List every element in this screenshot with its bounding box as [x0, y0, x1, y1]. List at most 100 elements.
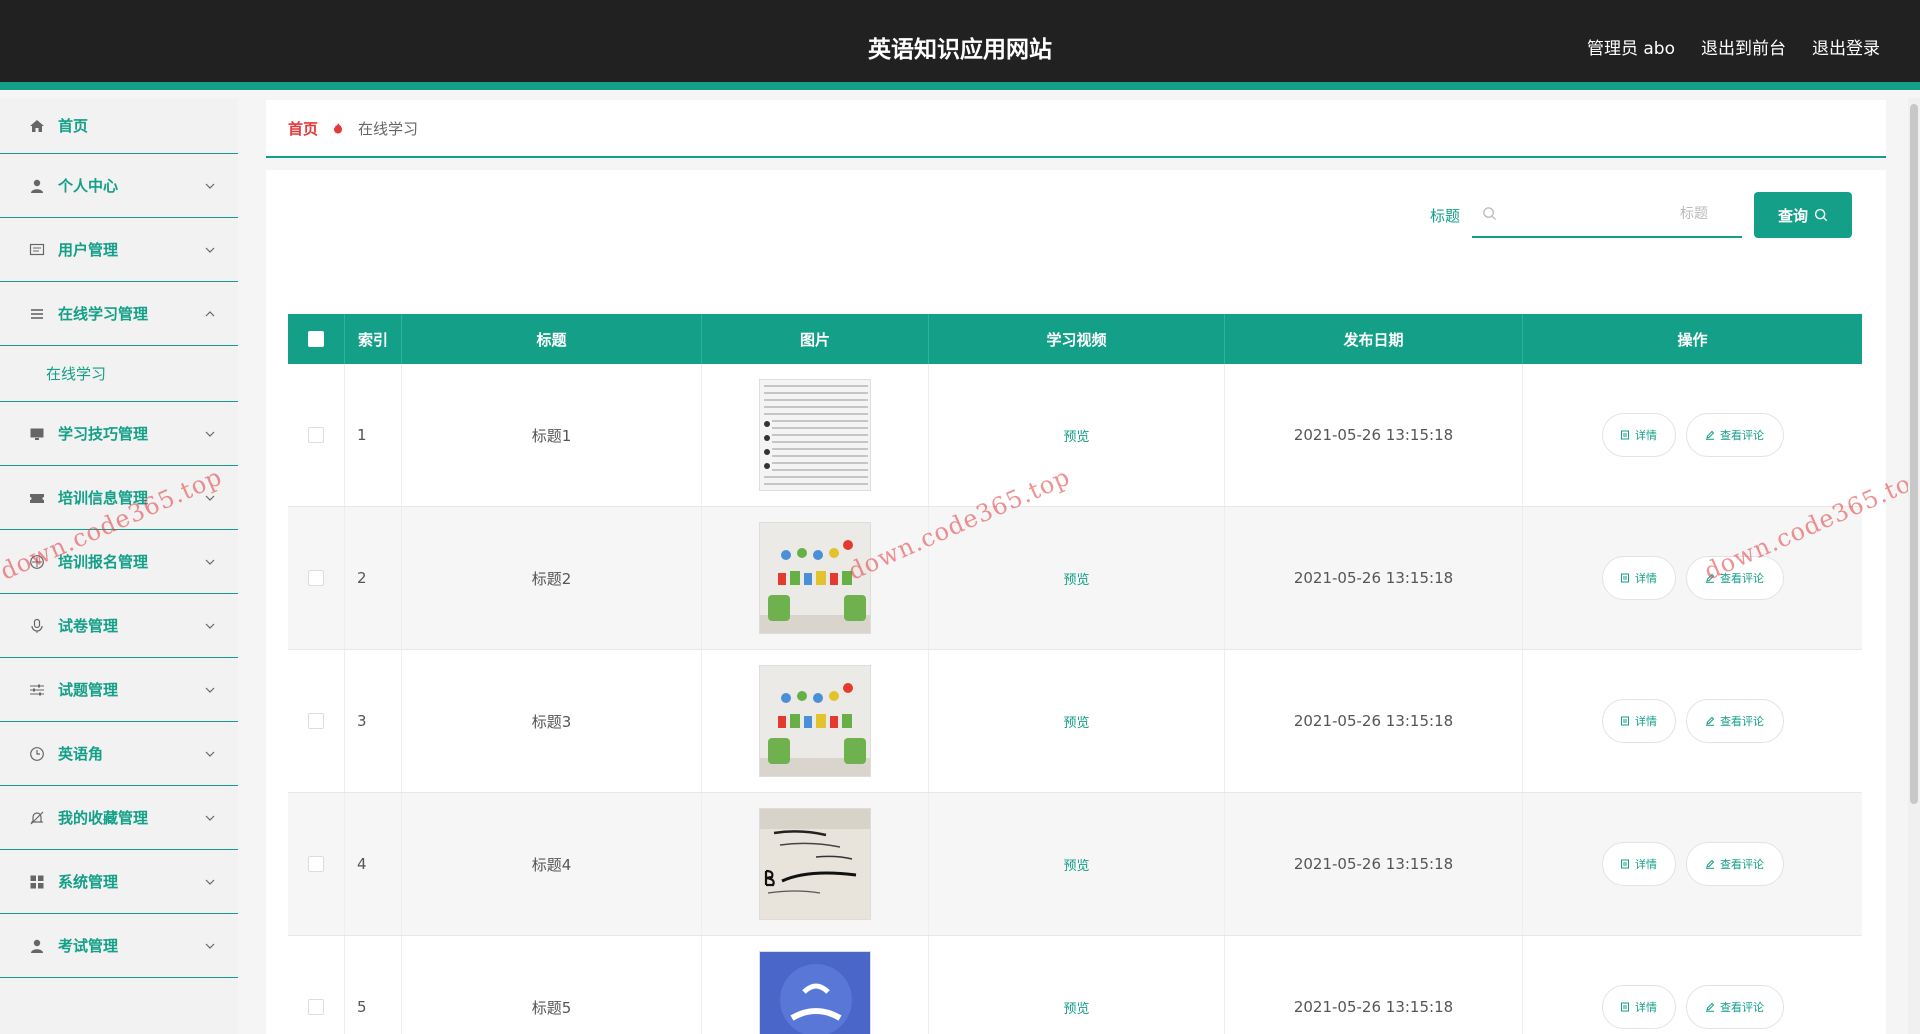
- page-scrollbar[interactable]: [1908, 98, 1920, 1034]
- edit-icon: [1706, 573, 1715, 583]
- chevron-down-icon: [205, 559, 215, 565]
- detail-button-label: 详情: [1635, 429, 1657, 442]
- sidebar-item-exam-management[interactable]: 考试管理: [0, 914, 238, 978]
- document-icon: [1621, 430, 1629, 440]
- document-icon: [1621, 859, 1629, 869]
- sidebar-item-online-learning-management[interactable]: 在线学习管理: [0, 282, 238, 346]
- chevron-down-icon: [205, 623, 215, 629]
- video-preview-link[interactable]: 预览: [1063, 855, 1089, 874]
- scrollbar-thumb[interactable]: [1910, 104, 1918, 804]
- video-preview-link[interactable]: 预览: [1063, 712, 1089, 731]
- row-index: 5: [345, 936, 402, 1034]
- logout-link[interactable]: 退出登录: [1812, 34, 1880, 59]
- thumbnail-image[interactable]: [759, 808, 871, 920]
- select-all-checkbox[interactable]: [308, 331, 324, 347]
- search-button-label: 查询: [1777, 206, 1808, 225]
- sidebar-item-personal-center[interactable]: 个人中心: [0, 154, 238, 218]
- row-image: [702, 364, 929, 506]
- view-comments-button[interactable]: 查看评论: [1685, 556, 1784, 600]
- video-preview-link[interactable]: 预览: [1063, 426, 1089, 445]
- search-button[interactable]: 查询: [1754, 192, 1852, 238]
- sidebar-item-label: 系统管理: [58, 873, 119, 891]
- header-date: 发布日期: [1225, 314, 1523, 364]
- sidebar-item-user-management[interactable]: 用户管理: [0, 218, 238, 282]
- row-title: 标题1: [402, 364, 702, 506]
- chevron-down-icon: [205, 495, 215, 501]
- compass-icon: [28, 553, 46, 571]
- sidebar-item-home[interactable]: 首页: [0, 98, 238, 154]
- breadcrumb-home-link[interactable]: 首页: [288, 118, 318, 139]
- admin-name[interactable]: 管理员 abo: [1587, 34, 1675, 59]
- table-row: 5 标题5 预览 2021-05-26 13:15:18 详情 查看评论: [288, 936, 1862, 1034]
- detail-button-label: 详情: [1635, 715, 1657, 728]
- row-checkbox[interactable]: [308, 713, 324, 729]
- sidebar-item-exam-paper-management[interactable]: 试卷管理: [0, 594, 238, 658]
- view-comments-button[interactable]: 查看评论: [1685, 985, 1784, 1029]
- table-row: 3 标题3 预览 2021-05-26 13:15:18 详情 查看评论: [288, 650, 1862, 793]
- sidebar: 首页 个人中心 用户管理 在线学习管理 在线学习 学习技巧管理 培训信息管理 培…: [0, 98, 238, 1034]
- chevron-down-icon: [205, 687, 215, 693]
- detail-button[interactable]: 详情: [1601, 842, 1676, 886]
- sidebar-subitem-label: 在线学习: [46, 365, 107, 383]
- view-comments-button[interactable]: 查看评论: [1685, 699, 1784, 743]
- row-date: 2021-05-26 13:15:18: [1225, 364, 1523, 506]
- row-checkbox[interactable]: [308, 570, 324, 586]
- chevron-down-icon: [205, 879, 215, 885]
- sidebar-item-training-info-management[interactable]: 培训信息管理: [0, 466, 238, 530]
- video-preview-link[interactable]: 预览: [1063, 998, 1089, 1017]
- sidebar-item-label: 学习技巧管理: [58, 425, 149, 443]
- row-select: [288, 936, 345, 1034]
- bell-off-icon: [28, 809, 46, 827]
- sidebar-item-study-tips-management[interactable]: 学习技巧管理: [0, 402, 238, 466]
- row-index: 3: [345, 650, 402, 792]
- exit-to-front-link[interactable]: 退出到前台: [1701, 34, 1786, 59]
- edit-icon: [1706, 430, 1715, 440]
- video-preview-link[interactable]: 预览: [1063, 569, 1089, 588]
- detail-button[interactable]: 详情: [1601, 556, 1676, 600]
- detail-button-label: 详情: [1635, 1001, 1657, 1014]
- thumbnail-image[interactable]: [759, 951, 871, 1034]
- sidebar-subitem-online-learning[interactable]: 在线学习: [0, 346, 238, 402]
- sidebar-item-favorites-management[interactable]: 我的收藏管理: [0, 786, 238, 850]
- row-actions: 详情 查看评论: [1523, 650, 1862, 792]
- sidebar-item-label: 首页: [58, 117, 89, 135]
- detail-button-label: 详情: [1635, 572, 1657, 585]
- fire-icon: [334, 123, 343, 134]
- ticket-icon: [28, 489, 46, 507]
- detail-button[interactable]: 详情: [1601, 985, 1676, 1029]
- row-checkbox[interactable]: [308, 999, 324, 1015]
- view-comments-button[interactable]: 查看评论: [1685, 413, 1784, 457]
- row-checkbox[interactable]: [308, 427, 324, 443]
- sidebar-item-question-management[interactable]: 试题管理: [0, 658, 238, 722]
- row-date: 2021-05-26 13:15:18: [1225, 793, 1523, 935]
- row-checkbox[interactable]: [308, 856, 324, 872]
- search-input[interactable]: [1472, 192, 1742, 236]
- search-field: [1472, 192, 1742, 238]
- document-icon: [1621, 573, 1629, 583]
- sidebar-item-english-corner[interactable]: 英语角: [0, 722, 238, 786]
- row-video: 预览: [929, 650, 1225, 792]
- detail-button[interactable]: 详情: [1601, 413, 1676, 457]
- view-comments-label: 查看评论: [1720, 1001, 1764, 1014]
- row-index: 2: [345, 507, 402, 649]
- sidebar-item-training-signup-management[interactable]: 培训报名管理: [0, 530, 238, 594]
- header-title: 标题: [402, 314, 702, 364]
- thumbnail-image[interactable]: [759, 665, 871, 777]
- view-comments-button[interactable]: 查看评论: [1685, 842, 1784, 886]
- row-image: [702, 650, 929, 792]
- edit-icon: [1706, 716, 1715, 726]
- table-row: 2 标题2 预览 2021-05-26 13:15:18 详情 查看评论: [288, 507, 1862, 650]
- sidebar-item-label: 培训报名管理: [58, 553, 149, 571]
- row-actions: 详情 查看评论: [1523, 793, 1862, 935]
- breadcrumb: 首页 在线学习: [266, 100, 1886, 158]
- row-select: [288, 364, 345, 506]
- detail-button[interactable]: 详情: [1601, 699, 1676, 743]
- thumbnail-image[interactable]: [759, 379, 871, 491]
- row-title: 标题3: [402, 650, 702, 792]
- row-title: 标题2: [402, 507, 702, 649]
- chevron-down-icon: [205, 183, 215, 189]
- thumbnail-image[interactable]: [759, 522, 871, 634]
- header-index: 索引: [345, 314, 402, 364]
- edit-icon: [1706, 859, 1715, 869]
- sidebar-item-system-management[interactable]: 系统管理: [0, 850, 238, 914]
